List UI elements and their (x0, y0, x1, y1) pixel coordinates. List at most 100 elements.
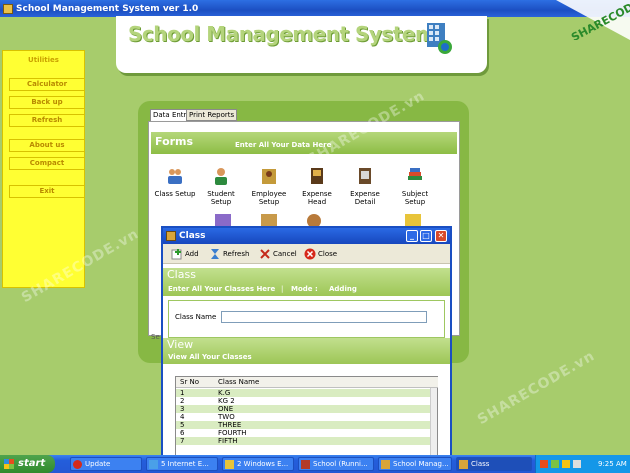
row-sr: 3 (180, 405, 185, 413)
close-label: Close (318, 250, 338, 258)
window-title: School Management System ver 1.0 (16, 3, 199, 14)
row-sr: 2 (180, 397, 185, 405)
subject-setup-button[interactable]: Subject Setup (393, 166, 437, 206)
row-class: TWO (218, 413, 235, 421)
cancel-label: Cancel (273, 250, 297, 258)
grid-scrollbar[interactable] (430, 388, 437, 460)
class-name-input[interactable] (221, 311, 427, 323)
about-us-button[interactable]: About us (9, 139, 85, 152)
task-school-manag[interactable]: School Manag... (378, 457, 452, 471)
table-row[interactable]: 3 ONE (176, 405, 431, 413)
task-internet[interactable]: 5 Internet E... (146, 457, 218, 471)
vs-icon (301, 460, 310, 469)
task-label: School (Runni... (313, 460, 368, 468)
class-name-label: Class Name (175, 313, 217, 321)
expense-head-button[interactable]: Expense Head (295, 166, 339, 206)
table-row[interactable]: 7 FIFTH (176, 437, 431, 445)
cancel-icon (260, 249, 270, 259)
col-class-name[interactable]: Class Name (218, 378, 259, 386)
partial-label: Se (151, 333, 160, 341)
task-label: 5 Internet E... (161, 460, 209, 468)
class-setup-label: Class Setup (154, 190, 196, 198)
expense-detail-icon (359, 168, 371, 184)
refresh-toolbar-button[interactable]: Refresh (209, 247, 249, 261)
main-titlebar[interactable]: School Management System ver 1.0 (0, 0, 630, 17)
employee-setup-icon (262, 169, 276, 184)
task-school-running[interactable]: School (Runni... (298, 457, 374, 471)
task-windows-explorer[interactable]: 2 Windows E... (222, 457, 294, 471)
start-label: start (18, 458, 46, 469)
row-sr: 1 (180, 389, 185, 397)
col-sr-no[interactable]: Sr No (180, 378, 199, 386)
view-section-header: View View All Your Classes (163, 338, 450, 364)
clock[interactable]: 9:25 AM (598, 455, 627, 473)
table-row[interactable]: 2 KG 2 (176, 397, 431, 405)
class-setup-button[interactable]: Class Setup (153, 166, 197, 198)
student-setup-button[interactable]: Student Setup (199, 166, 243, 206)
row-class: KG 2 (218, 397, 235, 405)
windows-logo-icon (4, 459, 14, 469)
tray-icon[interactable] (551, 460, 559, 468)
table-row[interactable]: 6 FOURTH (176, 429, 431, 437)
update-icon (73, 460, 82, 469)
table-row[interactable]: 4 TWO (176, 413, 431, 421)
cancel-button[interactable]: Cancel (259, 247, 297, 261)
task-class[interactable]: Class (456, 457, 532, 471)
expense-detail-button[interactable]: Expense Detail (343, 166, 387, 206)
utilities-title: Utilities (28, 56, 59, 64)
class-dialog: Class _ □ ✕ Add Refresh Cancel Close Cla… (161, 226, 452, 461)
subject-setup-icon (408, 168, 422, 180)
backup-button[interactable]: Back up (9, 96, 85, 109)
calculator-button[interactable]: Calculator (9, 78, 85, 91)
dialog-titlebar[interactable]: Class _ □ ✕ (163, 228, 450, 244)
add-icon (171, 249, 182, 260)
class-task-icon (459, 460, 468, 469)
row-sr: 5 (180, 421, 185, 429)
app-task-icon (381, 460, 390, 469)
tray-icon[interactable] (562, 460, 570, 468)
ie-icon (149, 460, 158, 469)
table-row[interactable]: 1 K.G (176, 389, 431, 397)
mode-label: Mode : (291, 285, 318, 293)
school-building-icon (427, 23, 452, 54)
watermark: SHARECODE.vn (474, 347, 598, 429)
student-setup-label: Student Setup (207, 190, 235, 206)
employee-setup-label: Employee Setup (251, 190, 287, 206)
refresh-button[interactable]: Refresh (9, 114, 85, 127)
start-button[interactable]: start (0, 455, 55, 473)
close-window-button[interactable]: ✕ (435, 230, 447, 242)
task-label: 2 Windows E... (237, 460, 289, 468)
task-update[interactable]: Update (70, 457, 142, 471)
view-section-subtitle: View All Your Classes (168, 353, 252, 361)
expense-head-icon (311, 168, 323, 184)
class-entry-panel: Class Name (168, 300, 445, 338)
header-banner: School Management System (116, 16, 487, 73)
expense-head-label: Expense Head (302, 190, 332, 206)
grid-header: Sr No Class Name (176, 377, 438, 388)
volume-icon[interactable] (573, 460, 581, 468)
row-class: ONE (218, 405, 234, 413)
exit-button[interactable]: Exit (9, 185, 85, 198)
classes-grid[interactable]: Sr No Class Name 1 K.G 2 KG 2 3 ONE 4 TWO 5 T… (175, 376, 438, 461)
dialog-app-icon (166, 231, 176, 241)
minimize-button[interactable]: _ (406, 230, 418, 242)
dialog-toolbar: Add Refresh Cancel Close (163, 244, 450, 264)
dialog-title: Class (179, 231, 206, 241)
tab-print-reports[interactable]: Print Reports (186, 109, 238, 121)
table-row[interactable]: 5 THREE (176, 421, 431, 429)
add-button[interactable]: Add (171, 247, 199, 261)
class-section-subtitle: Enter All Your Classes Here (168, 285, 276, 293)
forms-heading: Forms (155, 135, 194, 148)
close-button[interactable]: Close (304, 247, 337, 261)
app-icon (3, 3, 13, 14)
student-setup-icon (215, 168, 227, 185)
taskbar: start Update 5 Internet E... 2 Windows E… (0, 455, 630, 473)
forms-header: Forms Enter All Your Data Here (151, 132, 457, 154)
compact-button[interactable]: Compact (9, 157, 85, 170)
tray-icon[interactable] (540, 460, 548, 468)
subject-setup-label: Subject Setup (401, 190, 429, 206)
employee-setup-button[interactable]: Employee Setup (247, 166, 291, 206)
maximize-button[interactable]: □ (420, 230, 432, 242)
class-section-title: Class (167, 268, 196, 281)
row-class: FOURTH (218, 429, 247, 437)
